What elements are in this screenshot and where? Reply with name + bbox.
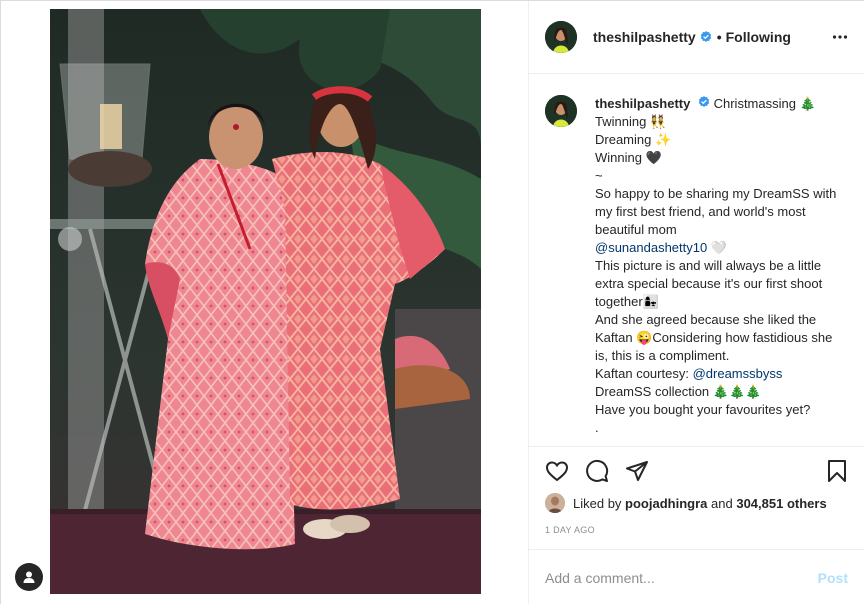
likes-count[interactable]: 304,851 others	[736, 496, 826, 511]
save-button[interactable]	[825, 459, 849, 488]
caption-line: And she agreed because she liked the Kaf…	[595, 312, 833, 363]
mention-link[interactable]: @dreamssbyss	[693, 366, 783, 381]
liked-by-user[interactable]: poojadhingra	[625, 496, 707, 511]
more-options-button[interactable]	[832, 29, 848, 50]
like-button[interactable]	[545, 459, 569, 488]
caption-line: Twinning 👯	[595, 114, 667, 129]
header-username[interactable]: theshilpashetty	[593, 29, 696, 45]
share-button[interactable]	[625, 459, 649, 488]
post-comment-button[interactable]: Post	[818, 570, 848, 586]
caption-line: Winning 🖤	[595, 150, 662, 165]
post-photo[interactable]	[50, 9, 481, 594]
comment-icon	[586, 459, 609, 482]
verified-badge-icon	[700, 31, 711, 42]
caption-section: theshilpashetty Christmassing 🎄 Twinning…	[529, 75, 864, 447]
verified-badge-icon	[698, 96, 710, 107]
liker-avatar[interactable]	[545, 493, 565, 513]
photo-illustration	[50, 9, 481, 594]
action-bar	[529, 447, 864, 497]
user-icon	[23, 571, 35, 583]
share-icon	[626, 461, 648, 481]
post-modal: theshilpashetty • Following theshilpashe…	[0, 0, 864, 604]
avatar[interactable]	[545, 21, 577, 53]
mention-link[interactable]: @sunandashetty10	[595, 240, 707, 255]
bookmark-icon	[828, 460, 846, 482]
comment-input[interactable]	[545, 569, 818, 586]
post-details: theshilpashetty • Following theshilpashe…	[529, 1, 864, 604]
caption-line: Kaftan courtesy:	[595, 366, 689, 381]
avatar-image	[545, 21, 577, 53]
tagged-users-button[interactable]	[15, 563, 43, 591]
comment-form: Post	[529, 549, 864, 604]
post-header: theshilpashetty • Following	[529, 1, 864, 74]
comment-button[interactable]	[585, 459, 609, 488]
photo-pane	[1, 1, 529, 604]
caption-avatar[interactable]	[545, 95, 577, 127]
likes-summary: Liked by poojadhingra and 304,851 others	[545, 493, 827, 513]
caption-username[interactable]: theshilpashetty	[595, 96, 690, 111]
caption-line: This picture is and will always be a lit…	[595, 258, 823, 309]
avatar-image	[545, 95, 577, 127]
caption-line: Dreaming ✨	[595, 132, 672, 147]
caption-text: theshilpashetty Christmassing 🎄 Twinning…	[595, 95, 840, 437]
caption-line: DreamSS collection 🎄🎄🎄	[595, 384, 762, 399]
liked-by-and: and	[711, 495, 733, 511]
liked-by-prefix: Liked by	[573, 495, 622, 511]
caption-line: ~	[595, 168, 603, 183]
caption-line: Christmassing 🎄	[713, 96, 816, 111]
post-date[interactable]: 1 DAY AGO	[545, 525, 595, 535]
caption-line: .	[595, 420, 599, 435]
caption-line: So happy to be sharing my DreamSS with m…	[595, 186, 837, 237]
caption-line: Have you bought your favourites yet?	[595, 402, 811, 417]
following-button[interactable]: Following	[726, 29, 791, 45]
more-horizontal-icon	[832, 35, 848, 39]
heart-icon	[545, 461, 569, 482]
avatar-image	[545, 493, 565, 513]
separator-dot: •	[716, 29, 722, 45]
